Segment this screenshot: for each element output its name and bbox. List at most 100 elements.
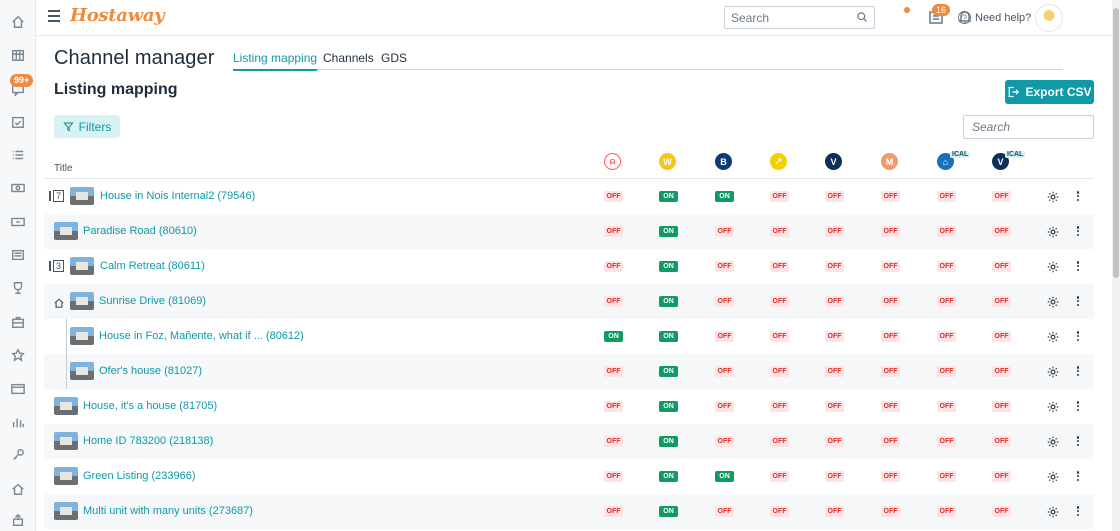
table-row[interactable]: 3 Calm Retreat (80611) OFF ON OFF OFF OFF OFF OF… [44,249,1094,284]
channel-status-badge[interactable]: ON [659,436,678,447]
channel-status-badge[interactable]: ON [659,261,678,272]
channel-status-badge[interactable]: OFF [937,401,956,412]
channel-status-badge[interactable]: OFF [715,366,734,377]
search-icon[interactable] [856,11,868,23]
payments-icon[interactable] [7,211,29,233]
table-row[interactable]: Home ID 783200 (218138) OFF ON OFF OFF OFF OFF… [44,424,1094,459]
channel-status-badge[interactable]: OFF [715,261,734,272]
table-row[interactable]: House, it's a house (81705) OFF ON OFF OFF OF… [44,389,1094,424]
unit-count-badge[interactable]: 7 [49,189,65,202]
export-csv-button[interactable]: Export CSV [1005,80,1094,104]
table-search[interactable] [963,115,1094,139]
gear-icon[interactable] [1047,225,1059,238]
channel-status-badge[interactable]: OFF [770,331,789,342]
channel-status-badge[interactable]: OFF [825,226,844,237]
channel-status-badge[interactable]: OFF [881,226,900,237]
scrollbar[interactable] [1112,0,1120,531]
gear-icon[interactable] [1047,400,1059,413]
gear-icon[interactable] [1047,260,1059,273]
channel-status-badge[interactable]: OFF [604,191,623,202]
chart-icon[interactable] [7,411,29,433]
listing-title-link[interactable]: House, it's a house (81705) [83,400,217,412]
channel-status-badge[interactable]: OFF [770,261,789,272]
global-search-input[interactable] [725,7,845,28]
tab-listing-mapping[interactable]: Listing mapping [233,51,318,71]
table-row[interactable]: Multi unit with many units (273687) OFF ON… [44,494,1094,529]
channel-status-badge[interactable]: OFF [881,506,900,517]
channel-status-badge[interactable]: ON [659,506,678,517]
channel-status-badge[interactable]: OFF [992,436,1011,447]
trophy-icon[interactable] [7,277,29,299]
more-options-icon[interactable] [1075,400,1081,412]
channel-status-badge[interactable]: OFF [770,296,789,307]
channel-status-badge[interactable]: OFF [825,261,844,272]
channel-status-badge[interactable]: ON [659,296,678,307]
more-options-icon[interactable] [1075,295,1081,307]
listing-title-link[interactable]: Home ID 783200 (218138) [83,435,213,447]
channel-status-badge[interactable]: OFF [604,296,623,307]
channel-status-badge[interactable]: OFF [992,296,1011,307]
channel-status-badge[interactable]: OFF [937,436,956,447]
channel-status-badge[interactable]: OFF [937,366,956,377]
channel-status-badge[interactable]: OFF [604,366,623,377]
channel-status-badge[interactable]: OFF [825,366,844,377]
channel-status-badge[interactable]: OFF [881,436,900,447]
channel-status-badge[interactable]: OFF [937,296,956,307]
channel-status-badge[interactable]: OFF [992,471,1011,482]
channel-status-badge[interactable]: ON [659,401,678,412]
more-options-icon[interactable] [1075,365,1081,377]
gear-icon[interactable] [1047,470,1059,483]
gear-icon[interactable] [1047,190,1059,203]
table-row[interactable]: 7 House in Nois Internal2 (79546) OFF ON ON O… [44,179,1094,214]
channel-status-badge[interactable]: OFF [715,226,734,237]
channel-status-badge[interactable]: OFF [770,366,789,377]
gear-icon[interactable] [1047,295,1059,308]
channel-status-badge[interactable]: OFF [770,436,789,447]
channel-status-badge[interactable]: OFF [604,471,623,482]
more-options-icon[interactable] [1075,435,1081,447]
channel-status-badge[interactable]: OFF [992,191,1011,202]
table-row[interactable]: Sunrise Drive (81069) OFF ON OFF OFF OFF OFF OF… [44,284,1094,319]
channel-status-badge[interactable]: OFF [937,331,956,342]
channel-status-badge[interactable]: ON [604,331,623,342]
channel-status-badge[interactable]: OFF [770,471,789,482]
channel-status-badge[interactable]: OFF [937,226,956,237]
channel-status-badge[interactable]: ON [659,226,678,237]
channel-status-badge[interactable]: OFF [992,506,1011,517]
channel-status-badge[interactable]: OFF [937,261,956,272]
card-icon[interactable] [7,378,29,400]
channel-status-badge[interactable]: OFF [715,436,734,447]
more-options-icon[interactable] [1075,470,1081,482]
briefcase-icon[interactable] [7,311,29,333]
channel-status-badge[interactable]: OFF [937,191,956,202]
filters-button[interactable]: Filters [54,115,120,138]
gear-icon[interactable] [1047,330,1059,343]
channel-status-badge[interactable]: OFF [881,261,900,272]
unit-count-badge[interactable]: 3 [49,259,65,272]
gear-icon[interactable] [1047,505,1059,518]
more-options-icon[interactable] [1075,260,1081,272]
channel-status-badge[interactable]: OFF [825,436,844,447]
channel-status-badge[interactable]: OFF [992,331,1011,342]
channel-status-badge[interactable]: OFF [715,401,734,412]
key-icon[interactable] [7,444,29,466]
channel-status-badge[interactable]: ON [659,471,678,482]
house-icon[interactable] [7,478,29,500]
listing-title-link[interactable]: House in Foz, Mañente, what if ... (8061… [99,330,304,342]
home-icon[interactable] [7,11,29,33]
channel-status-badge[interactable]: OFF [604,261,623,272]
report-icon[interactable] [7,244,29,266]
title-column-header[interactable]: Title [54,163,73,174]
channel-status-badge[interactable]: OFF [770,401,789,412]
gear-icon[interactable] [1047,435,1059,448]
channel-status-badge[interactable]: OFF [881,366,900,377]
table-row[interactable]: Paradise Road (80610) OFF ON OFF OFF OFF OFF OF… [44,214,1094,249]
more-options-icon[interactable] [1075,505,1081,517]
table-search-input[interactable] [964,116,1084,138]
channel-status-badge[interactable]: OFF [715,506,734,517]
channel-status-badge[interactable]: OFF [770,506,789,517]
channel-status-badge[interactable]: OFF [715,296,734,307]
avatar[interactable] [1035,4,1063,32]
channel-status-badge[interactable]: OFF [881,296,900,307]
channel-status-badge[interactable]: ON [715,191,734,202]
